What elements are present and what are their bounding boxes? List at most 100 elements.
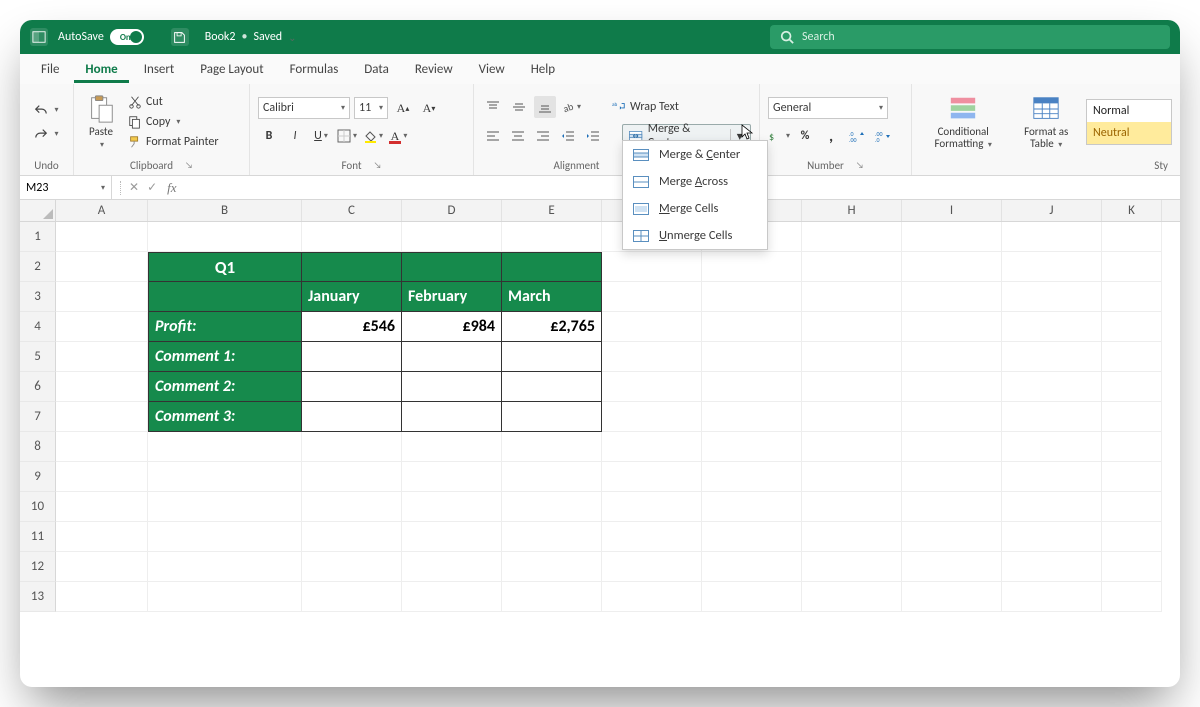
col-header[interactable]: B [148, 200, 302, 221]
cell[interactable] [702, 282, 802, 312]
cell[interactable] [56, 492, 148, 522]
cell[interactable] [1002, 312, 1102, 342]
cell[interactable] [802, 222, 902, 252]
cell[interactable] [148, 522, 302, 552]
cell[interactable] [602, 342, 702, 372]
row-header[interactable]: 7 [20, 402, 56, 432]
cell[interactable] [902, 342, 1002, 372]
cell[interactable] [1002, 552, 1102, 582]
document-title[interactable]: Book2 Saved ⌄ [205, 30, 297, 44]
cell[interactable] [56, 552, 148, 582]
col-header[interactable]: D [402, 200, 502, 221]
cell[interactable] [902, 492, 1002, 522]
format-as-table-button[interactable]: Format as Table ▾ [1014, 92, 1078, 152]
cell[interactable] [56, 372, 148, 402]
cell[interactable] [302, 492, 402, 522]
cell[interactable] [1102, 342, 1162, 372]
cut-button[interactable]: Cut [126, 94, 165, 110]
tab-insert[interactable]: Insert [133, 57, 186, 83]
cell[interactable] [702, 552, 802, 582]
cell[interactable] [802, 252, 902, 282]
align-left-button[interactable] [482, 125, 503, 147]
row-header[interactable]: 9 [20, 462, 56, 492]
cell[interactable] [902, 462, 1002, 492]
cell[interactable] [802, 402, 902, 432]
cell[interactable] [1002, 582, 1102, 612]
col-header[interactable]: A [56, 200, 148, 221]
cell[interactable] [1002, 342, 1102, 372]
cell[interactable] [1102, 372, 1162, 402]
autosave-toggle[interactable]: AutoSave On [58, 29, 161, 45]
font-color-button[interactable]: A▾ [388, 125, 410, 147]
cell[interactable] [702, 252, 802, 282]
tab-home[interactable]: Home [74, 57, 128, 83]
cell[interactable] [302, 432, 402, 462]
cell[interactable] [802, 552, 902, 582]
tab-formulas[interactable]: Formulas [279, 57, 350, 83]
enter-formula-icon[interactable]: ✓ [147, 180, 157, 195]
save-button[interactable] [171, 28, 189, 46]
cell[interactable] [148, 582, 302, 612]
cell[interactable] [1002, 372, 1102, 402]
align-center-button[interactable] [507, 125, 528, 147]
cell-comment-label[interactable]: Comment 3: [148, 402, 302, 432]
cell[interactable] [502, 522, 602, 552]
cell[interactable] [802, 462, 902, 492]
cell[interactable] [602, 372, 702, 402]
cell[interactable] [402, 492, 502, 522]
cell[interactable] [1102, 402, 1162, 432]
tab-help[interactable]: Help [520, 57, 566, 83]
cell[interactable] [148, 492, 302, 522]
cell[interactable] [1002, 282, 1102, 312]
cell[interactable] [502, 462, 602, 492]
increase-font-button[interactable]: A▴ [392, 97, 414, 119]
cell[interactable] [502, 252, 602, 282]
cell[interactable] [1102, 462, 1162, 492]
cell[interactable] [602, 282, 702, 312]
cell[interactable] [1102, 492, 1162, 522]
cell[interactable] [302, 552, 402, 582]
cell[interactable] [1002, 462, 1102, 492]
cell[interactable] [702, 372, 802, 402]
wrap-text-button[interactable]: abWrap Text [610, 99, 681, 115]
cell[interactable] [302, 522, 402, 552]
cell[interactable] [802, 282, 902, 312]
cell[interactable] [702, 462, 802, 492]
menu-merge-across[interactable]: Merge Across [623, 168, 767, 195]
dialog-launcher-icon[interactable]: ↘ [374, 160, 382, 171]
col-header[interactable]: C [302, 200, 402, 221]
col-header[interactable]: J [1002, 200, 1102, 221]
tab-file[interactable]: File [30, 57, 70, 83]
cell[interactable] [1002, 432, 1102, 462]
cell-profit[interactable]: £984 [402, 312, 502, 342]
cell[interactable] [502, 222, 602, 252]
cell[interactable] [902, 402, 1002, 432]
cell-profit-label[interactable]: Profit: [148, 312, 302, 342]
cell[interactable] [402, 402, 502, 432]
conditional-formatting-button[interactable]: Conditional Formatting ▾ [920, 92, 1006, 152]
col-header[interactable]: E [502, 200, 602, 221]
cell[interactable] [502, 432, 602, 462]
cell[interactable] [56, 432, 148, 462]
cell[interactable] [702, 432, 802, 462]
cell[interactable] [402, 462, 502, 492]
cell[interactable] [502, 552, 602, 582]
cell[interactable] [702, 582, 802, 612]
cell[interactable] [402, 222, 502, 252]
cell[interactable] [902, 372, 1002, 402]
cell[interactable] [802, 522, 902, 552]
cell[interactable] [302, 252, 402, 282]
cell[interactable] [502, 342, 602, 372]
cell[interactable] [802, 432, 902, 462]
decrease-indent-button[interactable] [557, 125, 578, 147]
cell[interactable] [1002, 402, 1102, 432]
cell[interactable] [1102, 252, 1162, 282]
tab-data[interactable]: Data [353, 57, 400, 83]
cell[interactable] [1002, 522, 1102, 552]
cell[interactable] [148, 432, 302, 462]
cell-styles-gallery[interactable]: Normal Neutral [1086, 99, 1172, 145]
col-header[interactable]: K [1102, 200, 1162, 221]
name-box[interactable]: M23 ▾ [20, 176, 112, 199]
decrease-decimal-button[interactable]: .00.0 [872, 125, 894, 147]
cell[interactable] [1102, 282, 1162, 312]
